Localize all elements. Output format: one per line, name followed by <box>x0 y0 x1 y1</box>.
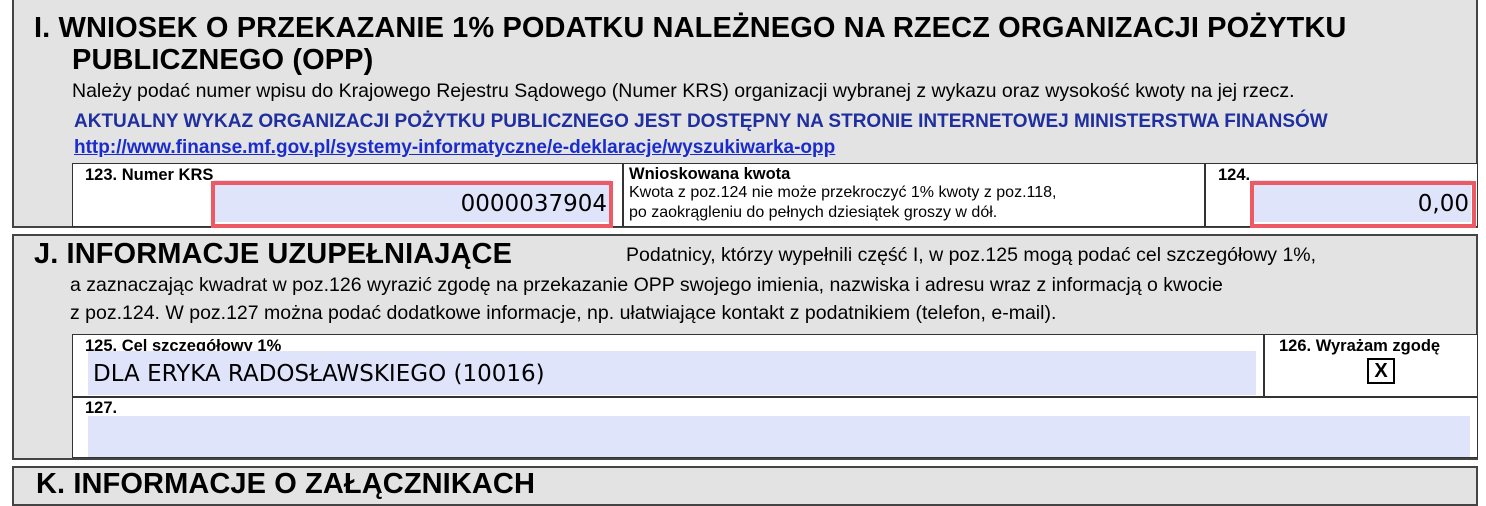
amount-highlight-box <box>1250 181 1476 228</box>
section-j-text-line2: a zaznaczając kwadrat w poz.126 wyrazić … <box>70 274 1223 296</box>
requested-amount-heading: Wnioskowana kwota <box>629 165 791 183</box>
section-j-text-line3: z poz.124. W poz.127 można podać dodatko… <box>70 302 1057 324</box>
goal-field[interactable]: DLA ERYKA RADOSŁAWSKIEGO (10016) <box>88 351 1256 395</box>
krs-number-label: 123. Numer KRS <box>85 166 214 184</box>
divider <box>1263 335 1265 397</box>
section-j-title: J. INFORMACJE UZUPEŁNIAJĄCE <box>34 238 513 270</box>
consent-checkbox[interactable]: X <box>1367 358 1395 384</box>
consent-label: 126. Wyrażam zgodę <box>1279 337 1441 355</box>
opp-list-notice: AKTUALNY WYKAZ ORGANIZACJI POŻYTKU PUBLI… <box>74 111 1328 132</box>
section-j-text-line1: Podatnicy, którzy wypełnili część I, w p… <box>626 244 1317 266</box>
section-i-title-line2: PUBLICZNEGO (OPP) <box>72 44 374 76</box>
details-table: 125. Cel szczegółowy 1% DLA ERYKA RADOSŁ… <box>72 334 1478 458</box>
extra-info-field[interactable] <box>88 416 1470 457</box>
section-j: J. INFORMACJE UZUPEŁNIAJĄCE Podatnicy, k… <box>12 234 1478 460</box>
amount-note-line2: po zaokrągleniu do pełnych dziesiątek gr… <box>629 204 998 221</box>
section-k-title: K. INFORMACJE O ZAŁĄCZNIKACH <box>36 468 535 500</box>
opp-search-link[interactable]: http://www.finanse.mf.gov.pl/systemy-inf… <box>74 137 835 159</box>
section-i-title-line1: I. WNIOSEK O PRZEKAZANIE 1% PODATKU NALE… <box>34 12 1347 44</box>
amount-label: 124. <box>1218 166 1251 184</box>
divider <box>73 396 1477 398</box>
divider <box>622 164 624 226</box>
krs-highlight-box <box>211 181 613 228</box>
divider <box>1204 164 1206 226</box>
goal-value: DLA ERYKA RADOSŁAWSKIEGO (10016) <box>93 361 545 387</box>
section-k: K. INFORMACJE O ZAŁĄCZNIKACH <box>12 466 1478 506</box>
section-i-instruction: Należy podać numer wpisu do Krajowego Re… <box>72 80 1295 102</box>
amount-note-line1: Kwota z poz.124 nie może przekroczyć 1% … <box>629 184 1057 201</box>
